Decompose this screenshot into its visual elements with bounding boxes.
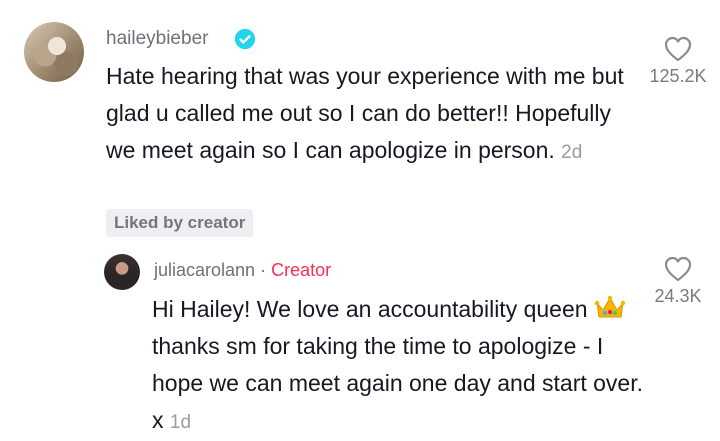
reply-header: juliacarolann · Creator	[154, 260, 331, 281]
verified-badge-icon	[234, 28, 256, 50]
reply-text: Hi Hailey! We love an accountability que…	[152, 291, 652, 441]
reply-body-end: thanks sm for taking the time to apologi…	[152, 333, 643, 433]
liked-by-creator-badge: Liked by creator	[106, 209, 254, 237]
reply-like-count: 24.3K	[654, 286, 702, 306]
comment-like[interactable]: 125.2K	[633, 36, 720, 87]
comment-timestamp: 2d	[561, 142, 583, 163]
heart-icon[interactable]	[664, 256, 692, 282]
crown-emoji-icon	[594, 295, 626, 318]
reply-timestamp: 1d	[169, 412, 192, 433]
comment-like-count: 125.2K	[649, 66, 707, 86]
comment-body: Hate hearing that was your experience wi…	[106, 63, 624, 163]
reply-like[interactable]: 24.3K	[633, 256, 720, 307]
reply-avatar[interactable]	[104, 254, 140, 290]
reply-body-start: Hi Hailey! We love an accountability que…	[152, 296, 588, 322]
comment-username[interactable]: haileybieber	[106, 28, 208, 50]
comment-text: Hate hearing that was your experience wi…	[106, 58, 626, 171]
reply-username[interactable]: juliacarolann	[154, 260, 255, 280]
heart-icon[interactable]	[664, 36, 692, 62]
separator-dot: ·	[260, 260, 267, 280]
avatar[interactable]	[24, 22, 84, 82]
creator-tag: Creator	[271, 260, 332, 280]
